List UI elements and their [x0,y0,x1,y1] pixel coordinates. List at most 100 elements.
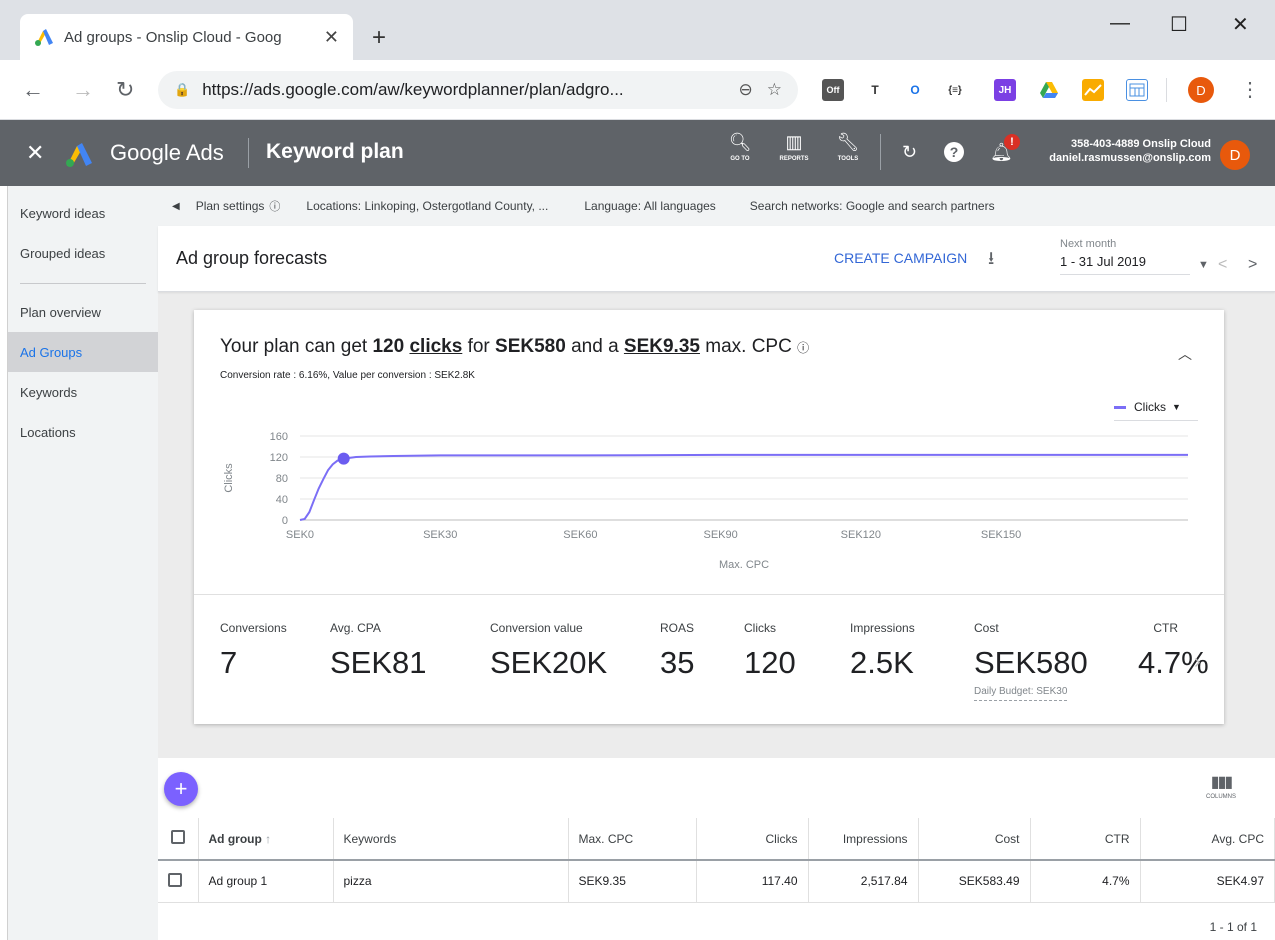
cell-impressions: 2,517.84 [808,860,919,903]
headline-clicks-link[interactable]: clicks [409,336,462,357]
headline-prefix: Your plan can get [220,336,373,357]
window-close-icon[interactable]: ✕ [1232,12,1249,37]
create-campaign-button[interactable]: CREATE CAMPAIGN [834,250,967,266]
sidebar-item-plan-overview[interactable]: Plan overview [8,292,158,332]
browser-profile-avatar[interactable]: D [1188,77,1214,103]
column-header-impressions[interactable]: Impressions [808,818,919,861]
select-all-checkbox[interactable] [170,830,185,844]
metric-label: Cost [974,621,999,635]
daily-budget-note[interactable]: Daily Budget: SEK30 [974,686,1068,701]
add-ad-group-button[interactable]: + [164,772,198,806]
browser-tabbar: Ad groups - Onslip Cloud - Goog ✕ + — ☐ … [0,0,1275,60]
ad-groups-table: Ad group ↑ Keywords Max. CPC Clicks Impr… [158,818,1275,903]
sidebar-item-keywords[interactable]: Keywords [8,372,158,412]
locations-setting[interactable]: Locations: Linkoping, Ostergotland Count… [306,199,548,213]
extension-jh-icon[interactable]: JH [994,79,1016,101]
extension-opera-icon[interactable]: O [904,79,926,101]
metric-clicks: Clicks 120 [744,621,796,681]
help-circle-icon[interactable]: ⓘ [797,341,809,355]
sidebar-item-locations[interactable]: Locations [8,412,158,452]
maximize-icon[interactable]: ☐ [1170,12,1188,37]
reports-button[interactable]: ▥ REPORTS [774,132,814,162]
metric-label: Impressions [850,621,915,635]
metric-label: Conversions [220,621,287,635]
language-setting[interactable]: Language: All languages [584,199,715,213]
sidebar-item-grouped-ideas[interactable]: Grouped ideas [8,233,158,273]
close-plan-icon[interactable]: ✕ [26,140,44,166]
help-icon[interactable]: ? [944,142,964,162]
cell-max-cpc[interactable]: SEK9.35 [568,860,697,903]
table-header-row: Ad group ↑ Keywords Max. CPC Clicks Impr… [158,818,1275,861]
current-max-cpc-point [337,452,350,465]
extension-off-icon[interactable]: Off [822,79,844,101]
zoom-icon[interactable]: ⊖ [739,80,753,100]
back-icon[interactable]: ← [22,77,44,103]
column-header-ad-group[interactable]: Ad group ↑ [198,818,334,861]
x-tick-label: SEK120 [841,529,881,541]
metric-label: Conversion value [490,621,583,635]
goto-button[interactable]: 🔍︎ GO TO [720,132,760,162]
column-header-clicks[interactable]: Clicks [696,818,809,861]
date-range-selector[interactable]: Next month 1 - 31 Jul 2019 [1060,238,1190,275]
columns-button[interactable]: ▮▮▮ COLUMNS [1206,772,1236,800]
metric-value: SEK580 [974,645,1088,680]
reload-icon[interactable]: ↻ [116,77,134,103]
row-checkbox[interactable] [168,872,182,887]
account-avatar[interactable]: D [1220,140,1250,170]
browser-menu-icon[interactable]: ⋮ [1240,77,1260,102]
window-left-edge [0,186,8,940]
conversion-summary: Conversion rate : 6.16%, Value per conve… [220,370,475,381]
metric-label: ROAS [660,621,695,635]
address-bar[interactable]: 🔒 https://ads.google.com/aw/keywordplann… [158,71,798,109]
forward-icon[interactable]: → [72,77,94,103]
collapse-card-icon[interactable]: ︿ [1178,344,1192,364]
date-dropdown-icon[interactable]: ▼ [1198,259,1209,271]
account-info[interactable]: 358-403-4889 Onslip Cloud daniel.rasmuss… [1049,137,1211,165]
browser-tab[interactable]: Ad groups - Onslip Cloud - Goog ✕ [20,14,353,60]
new-tab-icon[interactable]: + [372,24,386,52]
y-tick-label: 40 [276,494,288,506]
page-title: Keyword plan [266,140,404,163]
tab-close-icon[interactable]: ✕ [324,27,339,48]
analytics-extension-icon[interactable] [1082,79,1104,101]
browser-toolbar: ← → ↻ 🔒 https://ads.google.com/aw/keywor… [0,60,1275,120]
headline-max-cpc-link[interactable]: SEK9.35 [624,336,700,357]
extension-json-icon[interactable]: {≡} [944,79,966,101]
previous-period-icon[interactable]: < [1218,256,1227,274]
url-text: https://ads.google.com/aw/keywordplanner… [202,80,624,99]
column-header-avg-cpc[interactable]: Avg. CPC [1140,818,1275,861]
extension-t-icon[interactable]: T [864,79,886,101]
tools-button[interactable]: 🔧︎ TOOLS [828,132,868,162]
columns-icon: ▮▮▮ [1210,774,1233,791]
google-drive-icon[interactable] [1038,79,1060,101]
cell-ad-group[interactable]: Ad group 1 [198,860,334,903]
refresh-icon[interactable]: ↻ [902,142,917,163]
column-header-keywords[interactable]: Keywords [333,818,569,861]
scroll-metrics-right-icon[interactable]: › [1194,651,1201,674]
y-tick-label: 160 [270,431,288,443]
lock-icon: 🔒 [174,82,191,97]
column-header-cost[interactable]: Cost [918,818,1031,861]
collapse-settings-icon[interactable]: ◀ [172,201,180,212]
star-icon[interactable]: ☆ [767,80,782,100]
x-tick-label: SEK30 [423,529,457,541]
y-axis-label: Clicks [223,463,235,493]
brand-name: Google Ads [110,140,224,165]
networks-setting[interactable]: Search networks: Google and search partn… [750,199,995,213]
plan-settings-label[interactable]: Plan settings [196,199,265,213]
x-tick-label: SEK90 [704,529,738,541]
sidebar-item-keyword-ideas[interactable]: Keyword ideas [8,193,158,233]
calendar-extension-icon[interactable] [1126,79,1148,101]
download-icon[interactable]: ⭳ [988,246,994,276]
ads-header: ✕ Google Ads Keyword plan 🔍︎ GO TO ▥ REP… [0,120,1275,186]
cell-keywords: pizza [333,860,569,903]
cell-ctr: 4.7% [1030,860,1141,903]
minimize-icon[interactable]: — [1110,12,1130,35]
column-header-ctr[interactable]: CTR [1030,818,1141,861]
column-header-max-cpc[interactable]: Max. CPC [568,818,697,861]
info-icon[interactable]: ⓘ [269,198,280,214]
sidebar-item-ad-groups[interactable]: Ad Groups [8,332,158,372]
metric-roas: ROAS 35 [660,621,694,681]
next-period-icon[interactable]: > [1248,256,1257,274]
tools-label: TOOLS [837,156,859,162]
